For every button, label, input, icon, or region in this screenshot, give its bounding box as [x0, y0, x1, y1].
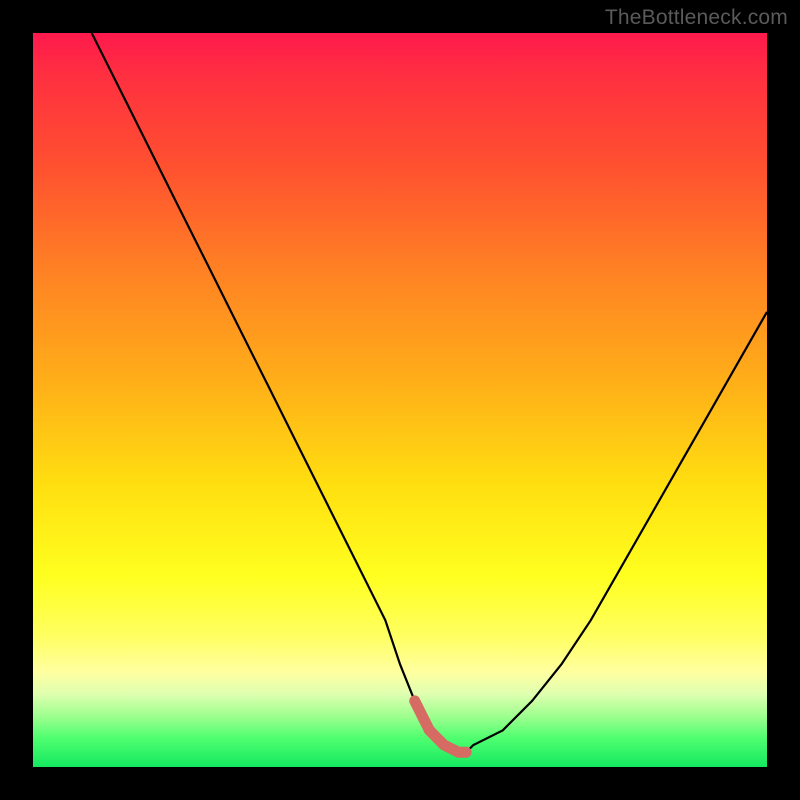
chart-frame: TheBottleneck.com [0, 0, 800, 800]
marker-segment [415, 701, 466, 752]
plot-area [33, 33, 767, 767]
watermark-text: TheBottleneck.com [605, 6, 788, 30]
curve-svg [33, 33, 767, 767]
bottleneck-curve [92, 33, 767, 752]
